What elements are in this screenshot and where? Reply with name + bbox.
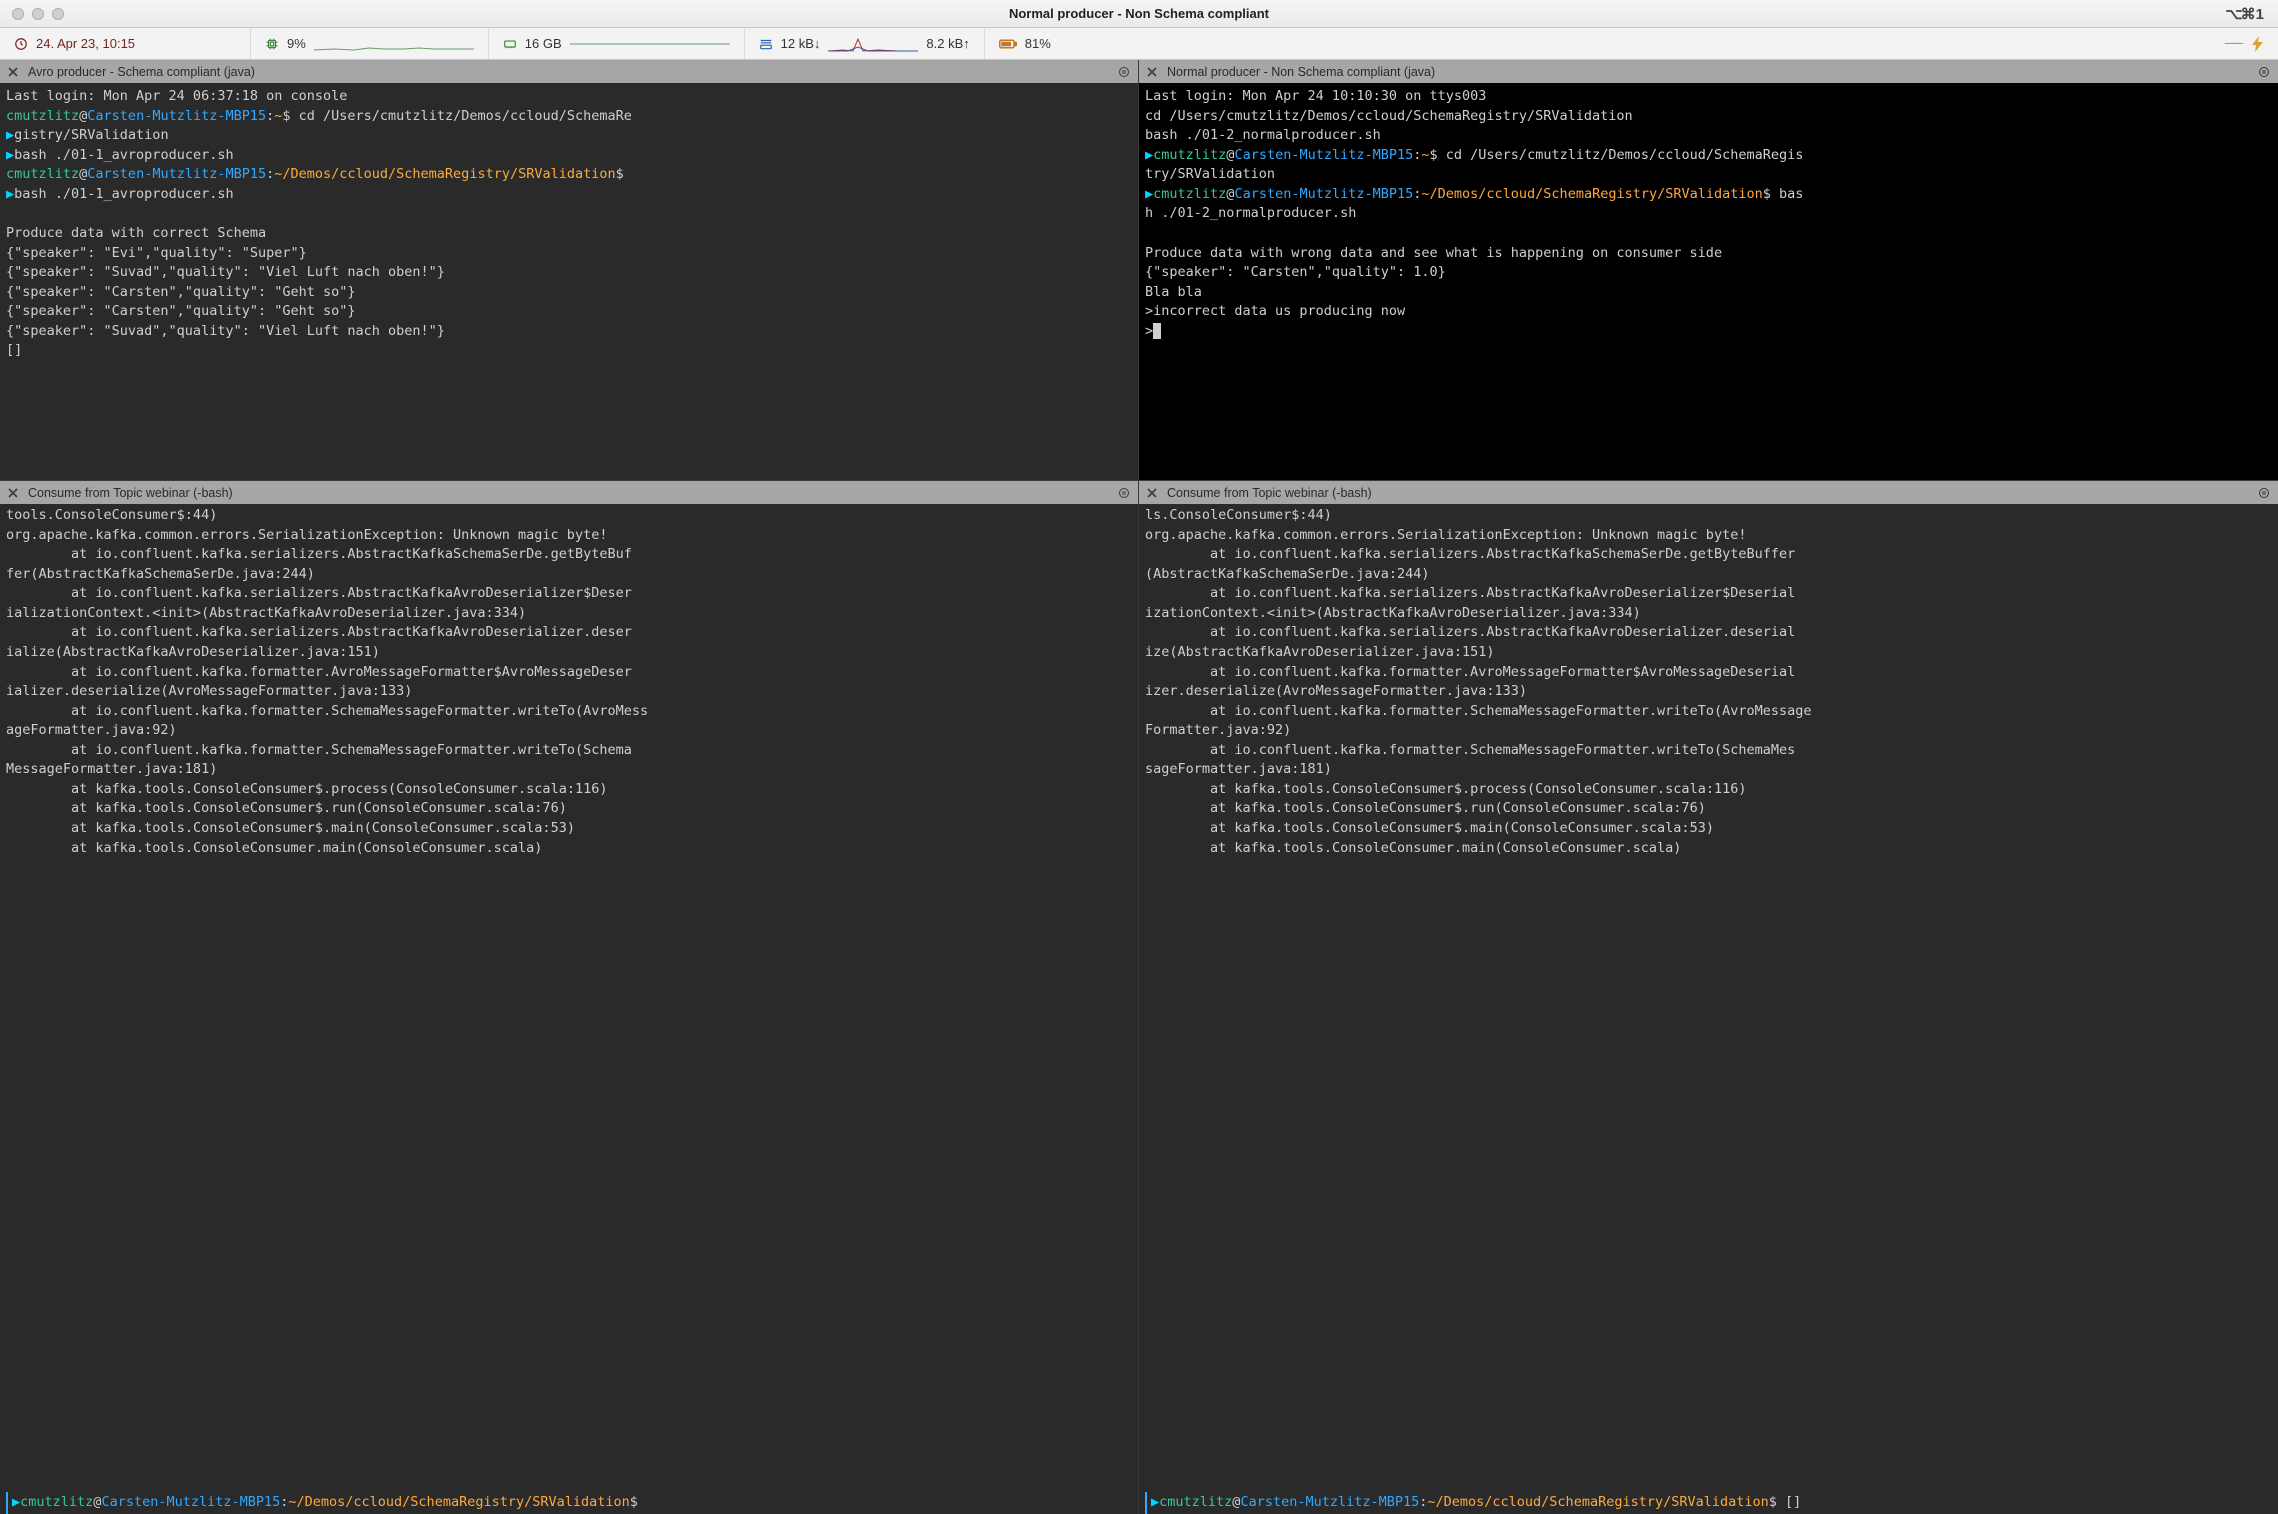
memory-icon	[503, 37, 517, 51]
pane-bottom-left[interactable]: Consume from Topic webinar (-bash) tools…	[0, 481, 1139, 1514]
battery-stat: 81%	[984, 28, 1065, 59]
memory-sparkline	[570, 35, 730, 53]
clock-text: 24. Apr 23, 10:15	[36, 36, 135, 51]
network-sparkline	[828, 35, 918, 53]
network-icon	[759, 37, 773, 51]
pane-menu-icon[interactable]	[1116, 485, 1132, 501]
terminal-output[interactable]: Last login: Mon Apr 24 10:10:30 on ttys0…	[1139, 83, 2278, 480]
pane-menu-icon[interactable]	[2256, 485, 2272, 501]
bolt-icon	[2252, 36, 2264, 52]
cpu-icon	[265, 37, 279, 51]
pane-menu-icon[interactable]	[1116, 64, 1132, 80]
terminal-output[interactable]: Last login: Mon Apr 24 06:37:18 on conso…	[0, 83, 1138, 480]
prompt-indicator	[1145, 1492, 1147, 1514]
minimize-window-button[interactable]	[32, 8, 44, 20]
network-up: 8.2 kB↑	[926, 36, 969, 51]
terminal-prompt[interactable]: ▶cmutzlitz@Carsten-Mutzlitz-MBP15:~/Demo…	[6, 1492, 1132, 1514]
battery-icon	[999, 38, 1017, 50]
clock-stat: 24. Apr 23, 10:15	[0, 28, 250, 59]
memory-stat: 16 GB	[488, 28, 744, 59]
window-shortcut-hint: ⌥⌘1	[2225, 5, 2278, 23]
network-down: 12 kB↓	[781, 36, 821, 51]
pane-tabrow: Consume from Topic webinar (-bash)	[1139, 481, 2278, 504]
terminal-output[interactable]: tools.ConsoleConsumer$:44) org.apache.ka…	[6, 504, 1132, 1492]
pane-menu-icon[interactable]	[2256, 64, 2272, 80]
clock-icon	[14, 37, 28, 51]
pane-bottom-right[interactable]: Consume from Topic webinar (-bash) ls.Co…	[1139, 481, 2278, 1514]
window-titlebar: Normal producer - Non Schema compliant ⌥…	[0, 0, 2278, 28]
pane-tabrow: Normal producer - Non Schema compliant (…	[1139, 60, 2278, 83]
pane-grid: Avro producer - Schema compliant (java) …	[0, 60, 2278, 1514]
window-controls	[0, 8, 64, 20]
pane-tabrow: Consume from Topic webinar (-bash)	[0, 481, 1138, 504]
zoom-window-button[interactable]	[52, 8, 64, 20]
terminal-prompt[interactable]: ▶cmutzlitz@Carsten-Mutzlitz-MBP15:~/Demo…	[1145, 1492, 2272, 1514]
power-indicator: ──	[1065, 28, 2278, 59]
pane-tab-title[interactable]: Consume from Topic webinar (-bash)	[1167, 486, 2256, 500]
close-window-button[interactable]	[12, 8, 24, 20]
window-title: Normal producer - Non Schema compliant	[0, 6, 2278, 21]
cpu-pct: 9%	[287, 36, 306, 51]
battery-pct: 81%	[1025, 36, 1051, 51]
close-icon[interactable]	[6, 486, 20, 500]
pane-top-left[interactable]: Avro producer - Schema compliant (java) …	[0, 60, 1139, 481]
pane-tab-title[interactable]: Normal producer - Non Schema compliant (…	[1167, 65, 2256, 79]
cpu-sparkline	[314, 35, 474, 53]
pane-tab-title[interactable]: Consume from Topic webinar (-bash)	[28, 486, 1116, 500]
stats-bar: 24. Apr 23, 10:15 9% 16 GB 12 kB↓ 8.	[0, 28, 2278, 60]
close-icon[interactable]	[6, 65, 20, 79]
memory-value: 16 GB	[525, 36, 562, 51]
pane-tab-title[interactable]: Avro producer - Schema compliant (java)	[28, 65, 1116, 79]
close-icon[interactable]	[1145, 65, 1159, 79]
terminal-output[interactable]: ls.ConsoleConsumer$:44) org.apache.kafka…	[1145, 504, 2272, 1492]
close-icon[interactable]	[1145, 486, 1159, 500]
prompt-indicator	[6, 1492, 8, 1514]
cpu-stat: 9%	[250, 28, 488, 59]
network-stat: 12 kB↓ 8.2 kB↑	[744, 28, 984, 59]
pane-top-right[interactable]: Normal producer - Non Schema compliant (…	[1139, 60, 2278, 481]
pane-tabrow: Avro producer - Schema compliant (java)	[0, 60, 1138, 83]
